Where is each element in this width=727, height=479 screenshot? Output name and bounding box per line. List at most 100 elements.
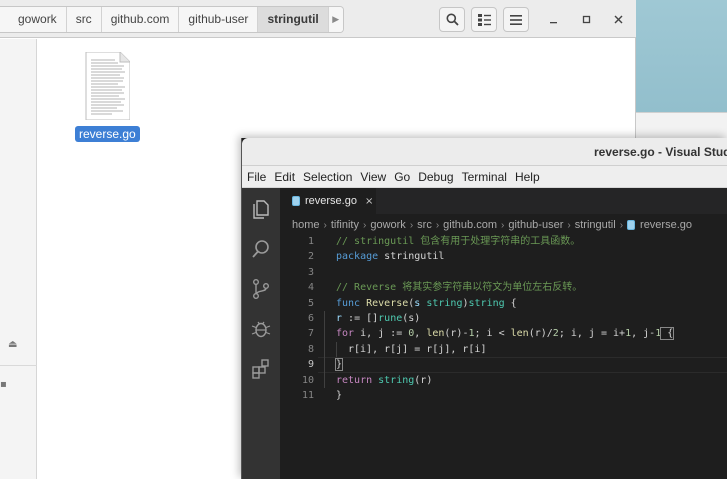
chevron-right-icon: › <box>567 219 571 231</box>
line-number: 7 <box>307 328 314 340</box>
sidebar-item-fragment[interactable]: ▪ <box>0 379 7 390</box>
debug-icon[interactable] <box>250 318 272 340</box>
crumb-gowork[interactable]: gowork <box>0 7 67 32</box>
tab-close-icon[interactable]: × <box>365 196 373 207</box>
line-content: // Reverse 将其实参字符串以符文为单位左右反转。 <box>336 282 583 294</box>
line-content: } <box>336 389 343 401</box>
chevron-right-icon: › <box>409 219 414 231</box>
menu-view[interactable]: View <box>360 170 386 184</box>
crumb-src[interactable]: src <box>67 7 102 32</box>
chevron-right-icon: › <box>363 219 367 231</box>
minimize-icon <box>549 21 557 23</box>
tab-reverse-go[interactable]: reverse.go × <box>280 188 376 214</box>
crumb-stringutil[interactable]: stringutil <box>258 7 329 32</box>
breadcrumb-github-user[interactable]: github-user <box>508 219 563 231</box>
menu-go[interactable]: Go <box>394 170 410 184</box>
sidebar-divider <box>0 365 37 366</box>
eject-icon[interactable]: ⏏ <box>8 339 17 350</box>
breadcrumb-src[interactable]: src <box>417 219 432 231</box>
line-number: 4 <box>307 282 314 294</box>
line-content: r := []rune(s) <box>324 310 420 327</box>
line-number: 2 <box>307 251 314 263</box>
line-number: 9 <box>307 359 314 371</box>
code-line[interactable]: 3 <box>280 265 727 280</box>
code-line[interactable]: 2 package stringutil <box>280 249 727 264</box>
activity-bar <box>242 188 280 479</box>
line-content: } <box>324 357 344 373</box>
chevron-right-icon: › <box>435 219 440 231</box>
menu-selection[interactable]: Selection <box>303 170 352 184</box>
breadcrumb-github-com[interactable]: github.com <box>443 219 497 231</box>
file-item-reverse-go[interactable]: reverse.go <box>75 51 140 142</box>
breadcrumb-home[interactable]: home <box>292 219 320 231</box>
vscode-window: reverse.go - Visual Studi File Edit Sele… <box>241 138 727 479</box>
code-line[interactable]: 11 } <box>280 388 727 403</box>
line-number: 5 <box>307 297 314 309</box>
code-line[interactable]: 1 // stringutil 包含有用于处理字符串的工具函数。 <box>280 234 727 249</box>
path-forward-arrow-icon[interactable]: ▶ <box>328 7 343 32</box>
view-toggle-icon <box>477 13 491 26</box>
breadcrumb-stringutil[interactable]: stringutil <box>575 219 616 231</box>
code-editor[interactable]: 1 // stringutil 包含有用于处理字符串的工具函数。 2 packa… <box>280 234 727 403</box>
vscode-titlebar[interactable]: reverse.go - Visual Studi <box>242 138 727 166</box>
maximize-icon <box>582 15 590 23</box>
line-number: 10 <box>301 374 314 386</box>
source-control-icon[interactable] <box>250 278 272 300</box>
chevron-right-icon: › <box>323 219 327 231</box>
line-number: 3 <box>307 266 314 278</box>
breadcrumb-gowork[interactable]: gowork <box>370 219 405 231</box>
chevron-right-icon: › <box>500 219 505 231</box>
view-toggle-button[interactable] <box>471 7 497 32</box>
menu-icon <box>510 14 522 25</box>
menu-help[interactable]: Help <box>515 170 540 184</box>
search-button[interactable] <box>439 7 465 32</box>
code-line[interactable]: 5 func Reverse(s string)string { <box>280 296 727 311</box>
menu-bar: File Edit Selection View Go Debug Termin… <box>242 166 727 188</box>
close-icon <box>614 15 622 23</box>
extensions-icon[interactable] <box>250 358 272 380</box>
go-file-icon <box>627 220 636 230</box>
line-content: func Reverse(s string)string { <box>336 297 517 309</box>
maximize-button[interactable] <box>576 9 596 29</box>
menu-terminal[interactable]: Terminal <box>462 170 507 184</box>
line-content: // stringutil 包含有用于处理字符串的工具函数。 <box>336 236 581 247</box>
line-content: package stringutil <box>336 251 445 263</box>
editor-area[interactable]: reverse.go × home › tifinity › gowork › src… <box>280 188 727 479</box>
code-line[interactable]: 6 r := []rune(s) <box>280 310 727 327</box>
path-bar: gowork src github.com github-user string… <box>0 6 344 33</box>
editor-breadcrumb: home › tifinity › gowork › src › github.com ›… <box>292 218 692 232</box>
menu-debug[interactable]: Debug <box>418 170 453 184</box>
breadcrumb-reverse-go[interactable]: reverse.go <box>640 219 692 231</box>
code-line[interactable]: 7 for i, j := 0, len(r)-1; i < len(r)/2;… <box>280 326 727 342</box>
code-line[interactable]: 10 return string(r) <box>280 372 727 388</box>
search-icon <box>446 13 459 26</box>
crumb-github-com[interactable]: github.com <box>102 7 180 32</box>
line-number: 11 <box>301 389 314 401</box>
line-number: 1 <box>307 236 314 247</box>
line-number: 6 <box>307 312 314 324</box>
breadcrumb-tifinity[interactable]: tifinity <box>331 219 359 231</box>
close-button[interactable] <box>608 9 628 29</box>
crumb-github-user[interactable]: github-user <box>179 7 259 32</box>
search-icon[interactable] <box>250 238 272 260</box>
line-content: r[i], r[j] = r[j], r[i] <box>324 341 486 358</box>
line-content: return string(r) <box>324 372 432 388</box>
file-manager-headerbar: gowork src github.com github-user string… <box>0 0 636 38</box>
chevron-right-icon: › <box>619 219 624 231</box>
code-line[interactable]: 8 r[i], r[j] = r[j], r[i] <box>280 341 727 358</box>
menu-edit[interactable]: Edit <box>274 170 295 184</box>
places-sidebar: ⏏ ▪ <box>0 39 37 479</box>
go-file-icon <box>292 196 300 206</box>
window-title: reverse.go - Visual Studi <box>594 145 727 159</box>
file-name-label: reverse.go <box>75 126 140 142</box>
minimize-button[interactable] <box>543 9 563 29</box>
text-file-icon <box>82 51 131 121</box>
line-content: for i, j := 0, len(r)-1; i < len(r)/2; i… <box>324 326 675 342</box>
explorer-icon[interactable] <box>250 198 272 220</box>
tab-label: reverse.go <box>305 195 357 207</box>
menu-file[interactable]: File <box>247 170 266 184</box>
code-line[interactable]: 4 // Reverse 将其实参字符串以符文为单位左右反转。 <box>280 280 727 295</box>
line-number: 8 <box>307 343 314 355</box>
code-line-active[interactable]: 9 } <box>280 357 727 373</box>
menu-button[interactable] <box>503 7 529 32</box>
